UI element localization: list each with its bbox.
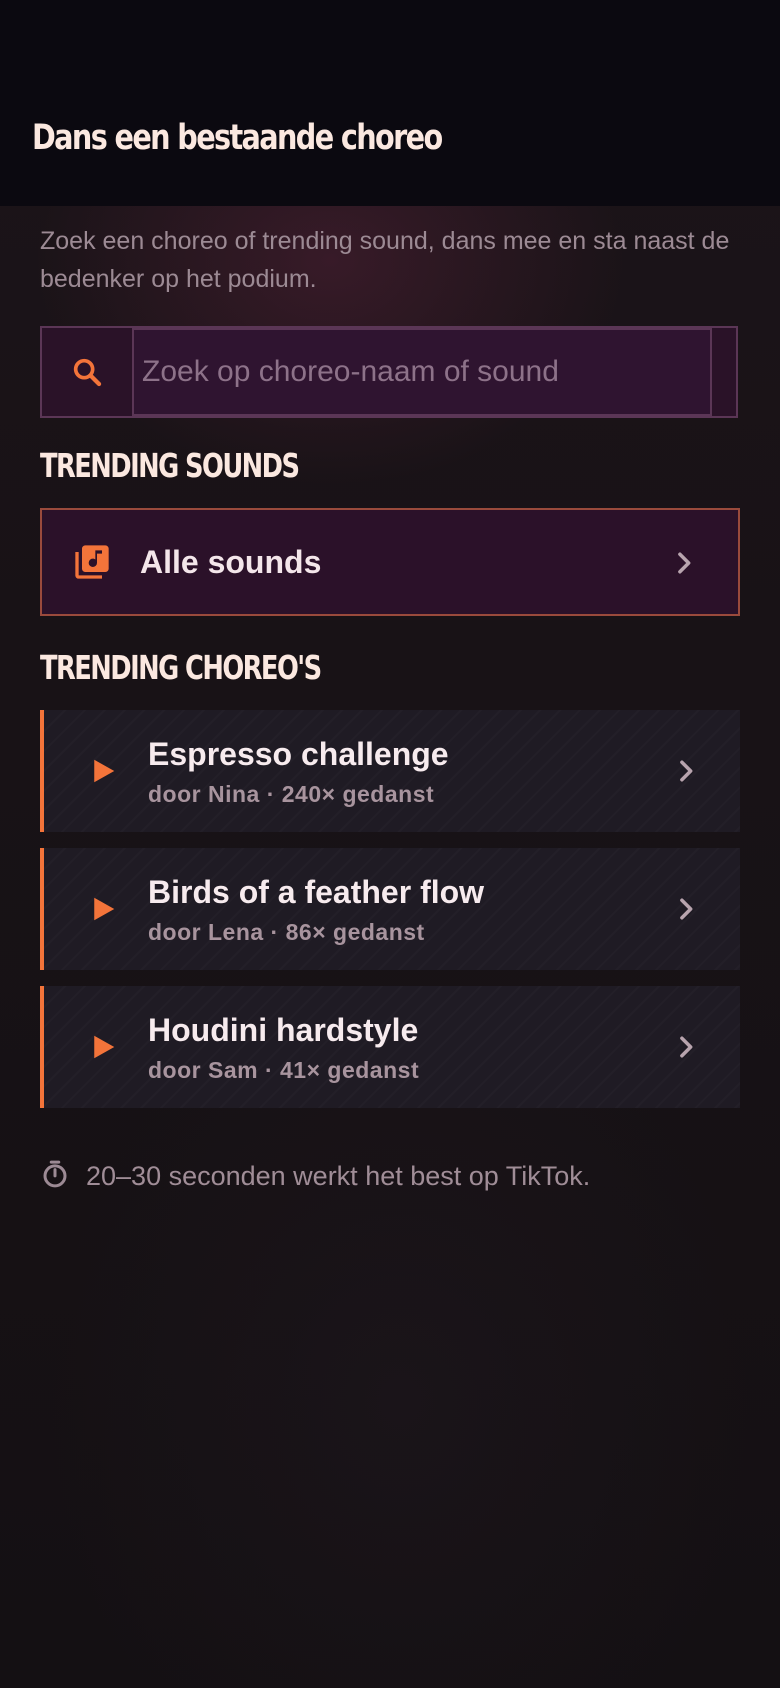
play-icon — [88, 1031, 118, 1068]
timer-icon — [40, 1158, 70, 1195]
chevron-right-icon — [672, 756, 700, 791]
chevron-right-icon — [672, 1032, 700, 1067]
choreo-item[interactable]: Houdini hardstyle door Sam · 41× gedanst — [40, 986, 740, 1108]
tip-text: 20–30 seconden werkt het best op TikTok. — [86, 1161, 591, 1191]
play-icon — [88, 893, 118, 930]
search-input[interactable] — [132, 328, 712, 416]
play-icon — [88, 755, 118, 792]
choreo-meta: door Nina · 240× gedanst — [148, 781, 435, 807]
choreo-title: Houdini hardstyle — [148, 1012, 419, 1048]
all-sounds-button[interactable]: Alle sounds — [40, 508, 740, 616]
header-bar: Dans een bestaande choreo — [0, 0, 780, 206]
page-title: Dans een bestaande choreo — [32, 118, 443, 158]
chevron-right-icon — [672, 894, 700, 929]
choreo-meta: door Lena · 86× gedanst — [148, 919, 425, 945]
choreo-item[interactable]: Birds of a feather flow door Lena · 86× … — [40, 848, 740, 970]
choreo-meta: door Sam · 41× gedanst — [148, 1057, 420, 1083]
intro-text: Zoek een choreo of trending sound, dans … — [40, 227, 730, 293]
choreo-item[interactable]: Espresso challenge door Nina · 240× geda… — [40, 710, 740, 832]
tip: 20–30 seconden werkt het best op TikTok. — [40, 1158, 590, 1195]
trending-choreos-heading: TRENDING CHOREO'S — [40, 648, 322, 687]
choreo-title: Espresso challenge — [148, 736, 449, 772]
search-bar — [40, 326, 738, 418]
all-sounds-label: Alle sounds — [140, 544, 322, 580]
choreo-title: Birds of a feather flow — [148, 874, 485, 910]
chevron-right-icon — [670, 548, 698, 583]
trending-sounds-heading: TRENDING SOUNDS — [40, 446, 300, 485]
music-library-icon — [72, 542, 112, 587]
search-icon[interactable] — [42, 328, 132, 416]
